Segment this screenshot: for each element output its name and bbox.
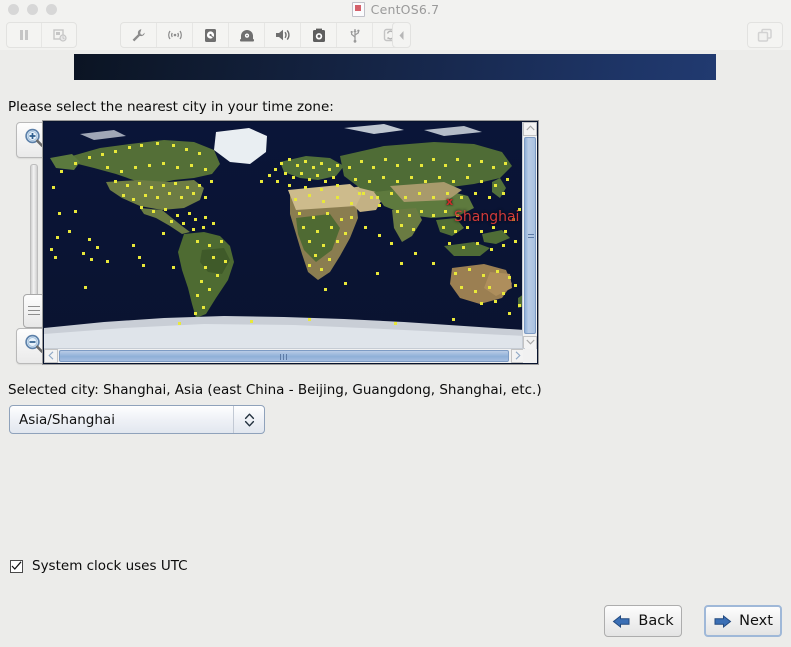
sound-button[interactable]	[264, 23, 300, 47]
utc-checkbox[interactable]	[10, 560, 23, 573]
toolbar-collapse-group	[392, 22, 411, 48]
next-button-label: Next	[739, 613, 773, 629]
next-button[interactable]: Next	[704, 605, 782, 637]
arrow-right-icon	[713, 614, 739, 629]
pause-button[interactable]	[7, 23, 41, 47]
map-scroll-left-button[interactable]	[44, 349, 58, 363]
hard-disk-icon	[204, 28, 217, 43]
toolbar	[0, 18, 791, 50]
timezone-select-arrow[interactable]	[233, 406, 264, 433]
windows-button[interactable]	[748, 23, 782, 47]
chevron-down-icon	[526, 339, 535, 347]
scrollbar-corner	[523, 349, 537, 363]
harddisk-button[interactable]	[192, 23, 228, 47]
window-title: CentOS6.7	[0, 0, 791, 18]
pause-icon	[17, 28, 31, 42]
camera-icon	[312, 28, 326, 43]
map-vertical-scrollbar[interactable]	[522, 122, 537, 350]
network-icon	[166, 29, 184, 41]
chevron-right-icon	[515, 351, 521, 362]
selected-city-map-label: Shanghai	[454, 209, 519, 225]
toolbar-right-group	[747, 22, 783, 48]
prompt-label: Please select the nearest city in your t…	[8, 99, 334, 115]
window-titlebar: CentOS6.7	[0, 0, 791, 18]
arrow-left-icon	[612, 614, 638, 629]
map-zoom-controls	[8, 120, 44, 362]
cd-drive-icon	[239, 29, 255, 42]
map-vertical-scrollbar-thumb[interactable]	[524, 137, 536, 334]
chevron-up-icon	[526, 125, 535, 133]
usb-icon	[349, 28, 361, 43]
snapshot-clock-icon	[52, 28, 67, 42]
selected-city-label: Selected city: Shanghai, Asia (east Chin…	[8, 382, 542, 398]
network-button[interactable]	[156, 23, 192, 47]
map-viewport[interactable]: x Shanghai	[44, 122, 525, 350]
timezone-select-value: Asia/Shanghai	[10, 412, 233, 428]
installer-banner	[74, 54, 716, 80]
timezone-map-block: x Shanghai	[8, 120, 539, 365]
back-button-label: Back	[638, 613, 673, 629]
world-map-image	[44, 122, 525, 350]
map-horizontal-scrollbar-thumb[interactable]	[59, 350, 509, 362]
wrench-icon	[131, 28, 146, 43]
timezone-select[interactable]: Asia/Shanghai	[9, 405, 265, 434]
map-frame: x Shanghai	[42, 120, 539, 365]
toolbar-main-group	[120, 22, 409, 48]
duplicate-windows-icon	[757, 28, 773, 43]
map-scroll-up-button[interactable]	[523, 122, 537, 136]
collapse-toolbar-button[interactable]	[393, 23, 410, 47]
usb-button[interactable]	[336, 23, 372, 47]
map-horizontal-scrollbar[interactable]	[44, 348, 525, 363]
utc-checkbox-label: System clock uses UTC	[32, 558, 188, 574]
snapshot-button[interactable]	[41, 23, 76, 47]
chevron-left-icon	[398, 30, 405, 41]
map-scroll-down-button[interactable]	[523, 336, 537, 350]
cdrom-button[interactable]	[228, 23, 264, 47]
chevron-up-down-icon	[244, 412, 255, 428]
speaker-icon	[274, 28, 291, 42]
settings-button[interactable]	[121, 23, 156, 47]
toolbar-left-group	[6, 22, 77, 48]
selected-city-marker: x	[446, 195, 453, 208]
document-icon	[352, 2, 365, 17]
utc-checkbox-row[interactable]: System clock uses UTC	[10, 558, 188, 574]
window-title-text: CentOS6.7	[371, 2, 440, 17]
checkmark-icon	[11, 561, 22, 571]
back-button[interactable]: Back	[604, 605, 682, 637]
camera-button[interactable]	[300, 23, 336, 47]
chevron-left-icon	[48, 351, 54, 362]
